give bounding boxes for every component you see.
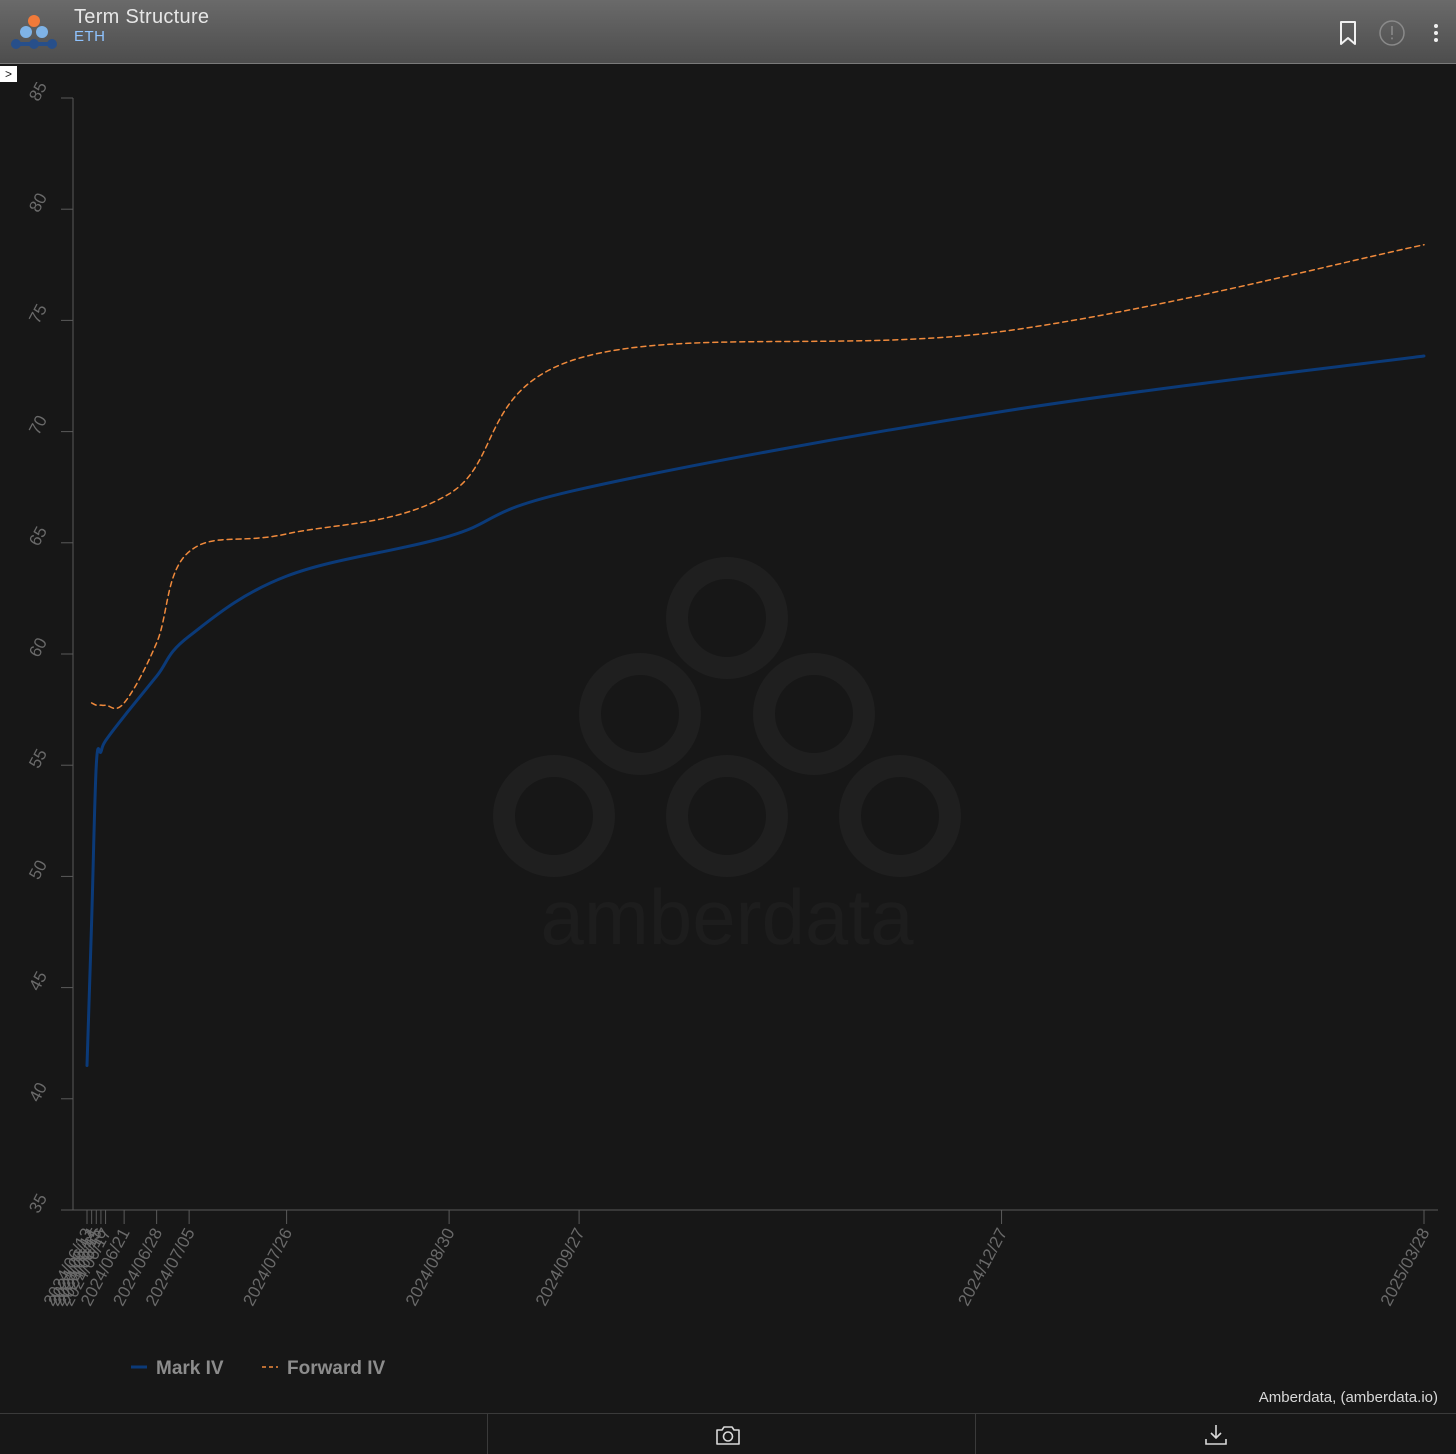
chart-title: Term Structure [74,6,210,28]
chart-toolbar [0,1413,1456,1454]
amberdata-logo-icon [11,15,57,49]
y-tick-label: 35 [25,1191,51,1217]
y-tick-label: 45 [25,968,51,994]
x-tick-label: 2024/09/27 [532,1225,589,1309]
x-tick-label: 2024/12/27 [954,1225,1011,1309]
y-tick-label: 65 [25,523,51,549]
x-tick-label: 2024/08/30 [402,1225,459,1309]
vertical-dots-icon[interactable] [1422,18,1450,48]
y-tick-label: 75 [25,301,51,327]
y-tick-label: 50 [25,857,51,883]
toolbar-divider [975,1414,976,1454]
watermark-logo-icon [493,557,961,877]
chevron-right-icon[interactable]: > [0,66,17,82]
legend-label-mark-iv: Mark IV [156,1358,224,1379]
chart-header: Term Structure ETH [0,0,1456,64]
x-tick-label: 2024/07/26 [239,1225,296,1309]
series-line-forward-iv [90,244,1425,710]
y-tick-label: 70 [25,412,51,438]
y-tick-label: 80 [25,190,51,216]
y-tick-label: 60 [25,635,51,661]
download-icon[interactable] [1202,1422,1230,1448]
y-tick-label: 55 [25,746,51,772]
toolbar-divider [487,1414,488,1454]
x-tick-label: 2025/03/28 [1377,1225,1434,1309]
bookmark-icon[interactable] [1334,18,1362,48]
camera-icon[interactable] [714,1422,742,1448]
credit-text: Amberdata, (amberdata.io) [1258,1389,1438,1406]
alert-circle-icon[interactable] [1378,18,1406,48]
term-structure-chart: amberdata 35404550556065707580852024/06/… [25,82,1438,1379]
legend-label-forward-iv: Forward IV [287,1358,386,1379]
asset-subtitle: ETH [74,28,106,45]
y-tick-label: 85 [25,82,51,104]
watermark-text: amberdata [541,873,915,961]
y-tick-label: 40 [25,1079,51,1105]
